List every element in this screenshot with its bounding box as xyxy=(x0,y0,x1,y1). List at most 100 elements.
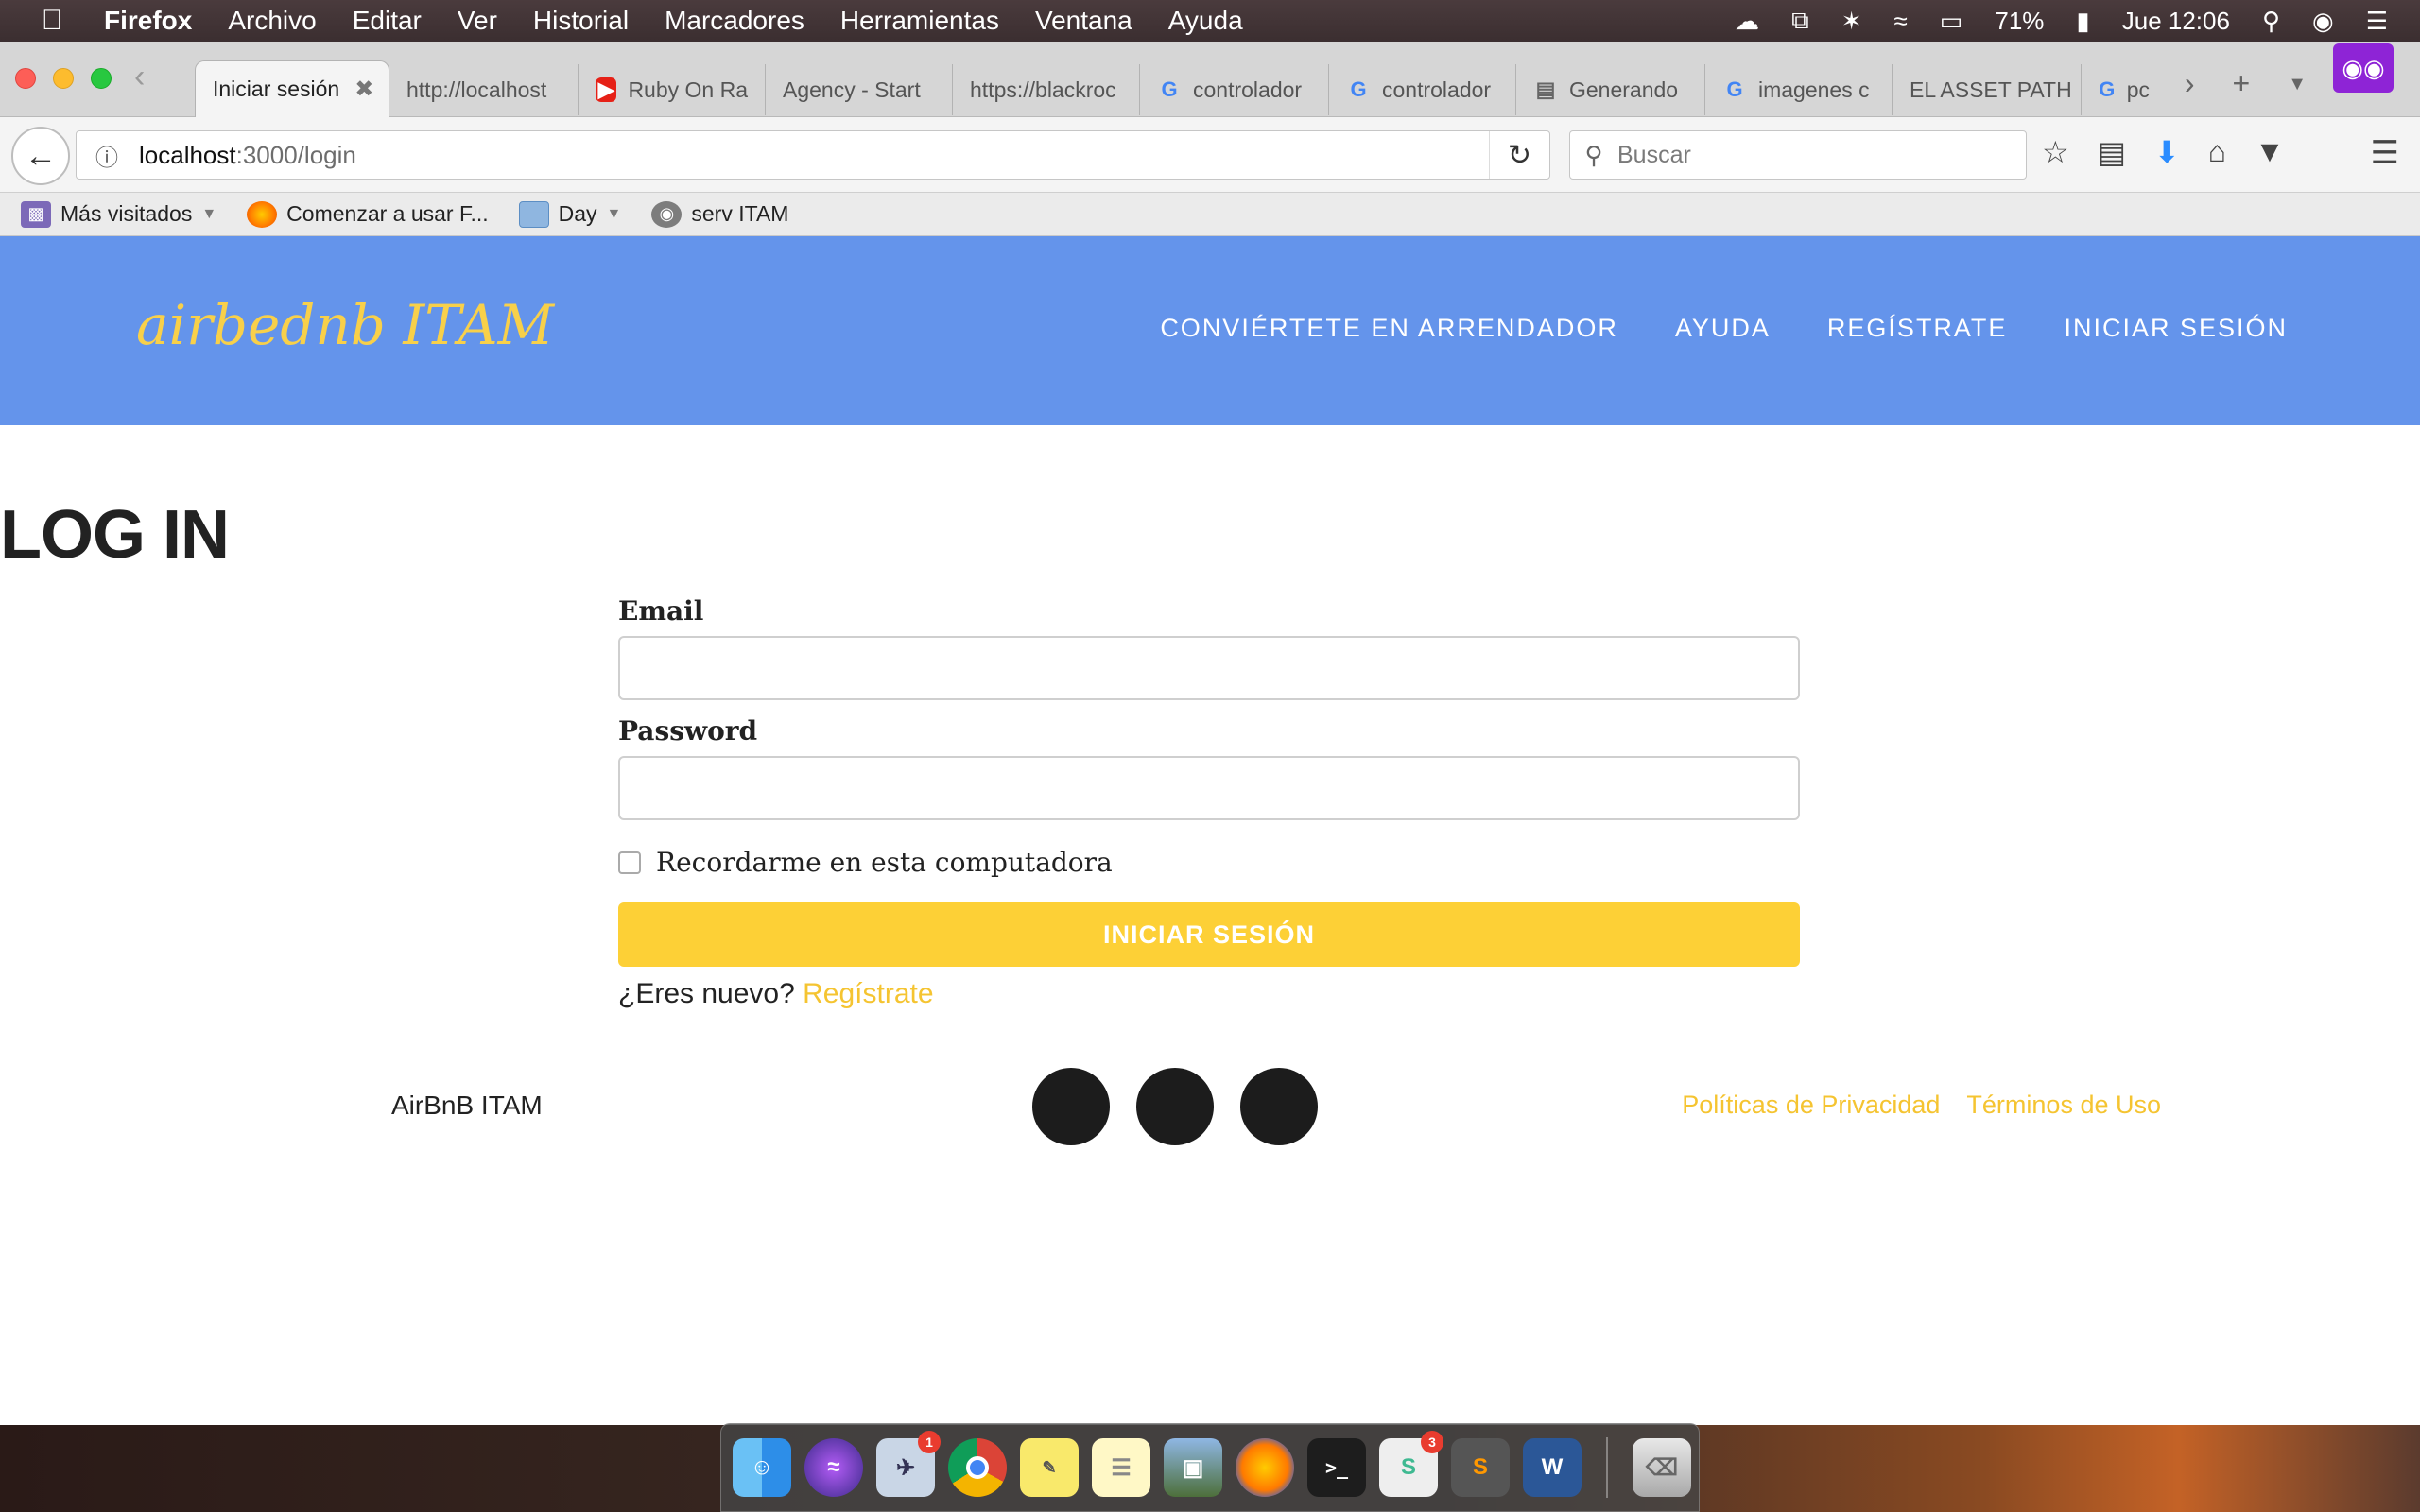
zoom-window-button[interactable] xyxy=(91,68,112,89)
tab-label: imagenes c xyxy=(1758,77,1870,102)
menu-historial[interactable]: Historial xyxy=(533,6,629,36)
remember-me-label[interactable]: Recordarme en esta computadora xyxy=(656,847,1113,878)
nav-register[interactable]: REGÍSTRATE xyxy=(1827,314,2008,343)
url-text[interactable]: localhost:3000/login xyxy=(139,141,356,170)
menu-ventana[interactable]: Ventana xyxy=(1035,6,1132,36)
tabs-scroll-right-icon[interactable]: › xyxy=(2185,66,2195,101)
menu-app-name[interactable]: Firefox xyxy=(104,6,192,36)
mail-icon[interactable]: ✈ 1 xyxy=(876,1431,941,1497)
site-logo[interactable]: airbednb ITAM xyxy=(136,293,554,357)
home-icon[interactable]: ⌂ xyxy=(2208,134,2226,170)
tab-iniciar-sesion[interactable]: Iniciar sesión ✖ xyxy=(195,60,389,117)
bookmarks-bar: ▩ Más visitados ▼ Comenzar a usar F... D… xyxy=(0,193,2420,236)
status-area: ☁ ⧉ ✶ ≈ ▭ 71% ▮ Jue 12:06 ⚲ ◉ ☰ xyxy=(1735,0,2420,42)
email-label: Email xyxy=(618,595,704,627)
tab-agency-start[interactable]: Agency - Start xyxy=(766,64,953,115)
close-window-button[interactable] xyxy=(15,68,36,89)
siri-icon[interactable]: ≈ xyxy=(804,1438,863,1497)
bookmark-comenzar-firefox[interactable]: Comenzar a usar F... xyxy=(247,200,489,228)
tab-pc[interactable]: G pc xyxy=(2082,64,2167,115)
privacy-policy-link[interactable]: Políticas de Privacidad xyxy=(1682,1091,1940,1120)
notification-center-icon[interactable]: ☰ xyxy=(2366,7,2388,36)
register-link[interactable]: Regístrate xyxy=(803,978,933,1009)
pocket-icon[interactable]: ▼ xyxy=(2255,134,2285,170)
tab-controlador-2[interactable]: G controlador xyxy=(1329,64,1516,115)
terms-of-use-link[interactable]: Términos de Uso xyxy=(1966,1091,2161,1120)
chrome-icon[interactable] xyxy=(948,1438,1007,1497)
back-arrow-icon[interactable]: ← xyxy=(11,127,70,185)
preview-icon[interactable]: ▣ xyxy=(1164,1438,1222,1497)
menu-marcadores[interactable]: Marcadores xyxy=(665,6,804,36)
private-browsing-mask-icon: ◉◉ xyxy=(2333,43,2394,93)
bookmark-star-icon[interactable]: ☆ xyxy=(2042,134,2069,170)
battery-text[interactable]: 71% xyxy=(1995,7,2044,36)
battery-icon[interactable]: ▮ xyxy=(2076,7,2089,36)
menu-archivo[interactable]: Archivo xyxy=(228,6,316,36)
dock-separator xyxy=(1606,1437,1608,1498)
downloads-icon[interactable]: ⬇ xyxy=(2154,134,2180,170)
folder-icon xyxy=(518,200,549,228)
password-field[interactable] xyxy=(618,756,1800,820)
clock[interactable]: Jue 12:06 xyxy=(2122,7,2230,36)
screen-share-icon[interactable]: ⧉ xyxy=(1791,6,1809,36)
search-input[interactable] xyxy=(1617,141,1996,169)
social-icon[interactable] xyxy=(1136,1068,1214,1145)
menu-icon[interactable]: ☰ xyxy=(2371,134,2399,172)
bookmark-folder-day[interactable]: Day ▼ xyxy=(518,200,621,228)
stickies-icon[interactable]: ✎ xyxy=(1020,1438,1079,1497)
bookmark-label: Day xyxy=(558,201,597,226)
finder-icon[interactable]: ☺ xyxy=(733,1438,791,1497)
tab-label: pc xyxy=(2126,77,2150,102)
terminal-icon[interactable]: >_ xyxy=(1307,1438,1366,1497)
menu-herramientas[interactable]: Herramientas xyxy=(840,6,999,36)
tab-label: controlador xyxy=(1193,77,1303,102)
tabs-scroll-left-icon[interactable]: ‹ xyxy=(134,59,145,95)
login-submit-button[interactable]: INICIAR SESIÓN xyxy=(618,902,1800,967)
word-icon[interactable]: W xyxy=(1523,1438,1582,1497)
nav-login[interactable]: INICIAR SESIÓN xyxy=(2064,314,2288,343)
tab-blackrock[interactable]: https://blackroc xyxy=(953,64,1140,115)
list-all-tabs-icon[interactable]: ▼ xyxy=(2288,74,2307,101)
wifi-icon[interactable]: ≈ xyxy=(1894,7,1908,36)
site-info-icon[interactable]: ⓘ xyxy=(86,139,128,172)
tab-label: Ruby On Ra xyxy=(628,77,748,102)
tab-localhost[interactable]: http://localhost xyxy=(389,64,579,115)
bluetooth-icon[interactable]: ✶ xyxy=(1841,7,1862,36)
nav-help[interactable]: AYUDA xyxy=(1675,314,1771,343)
tab-ruby-on-rails[interactable]: ▶ Ruby On Ra xyxy=(579,64,766,115)
bookmark-serv-itam[interactable]: ◉ serv ITAM xyxy=(651,200,788,228)
minimize-window-button[interactable] xyxy=(53,68,74,89)
creative-cloud-icon[interactable]: ☁ xyxy=(1735,7,1759,36)
menu-editar[interactable]: Editar xyxy=(353,6,422,36)
firefox-icon[interactable] xyxy=(1236,1438,1294,1497)
social-icon[interactable] xyxy=(1032,1068,1110,1145)
apple-icon[interactable]:  xyxy=(0,5,104,37)
social-icon[interactable] xyxy=(1240,1068,1318,1145)
slack-icon[interactable]: S 3 xyxy=(1379,1431,1443,1497)
page-title: LOG IN xyxy=(0,497,230,573)
nav-become-host[interactable]: CONVIÉRTETE EN ARRENDADOR xyxy=(1160,314,1618,343)
bookmark-mas-visitados[interactable]: ▩ Más visitados ▼ xyxy=(21,200,216,228)
email-field[interactable] xyxy=(618,636,1800,700)
siri-icon[interactable]: ◉ xyxy=(2312,7,2334,36)
notes-icon[interactable]: ☰ xyxy=(1092,1438,1150,1497)
tab-generando[interactable]: ▤ Generando xyxy=(1516,64,1705,115)
spotlight-search-icon[interactable]: ⚲ xyxy=(2262,7,2280,36)
tab-imagenes[interactable]: G imagenes c xyxy=(1705,64,1893,115)
search-icon: ⚲ xyxy=(1584,140,1603,169)
new-tab-icon[interactable]: + xyxy=(2233,66,2251,101)
search-bar[interactable]: ⚲ xyxy=(1569,130,2027,180)
tab-label: EL ASSET PATH xyxy=(1910,77,2072,102)
sublime-text-icon[interactable]: S xyxy=(1451,1438,1510,1497)
trash-icon[interactable]: ⌫ xyxy=(1633,1438,1691,1497)
reload-icon[interactable]: ↻ xyxy=(1489,131,1549,179)
tab-asset-path[interactable]: EL ASSET PATH xyxy=(1893,64,2082,115)
remember-me-checkbox[interactable] xyxy=(618,850,641,874)
tab-controlador-1[interactable]: G controlador xyxy=(1140,64,1329,115)
menu-ayuda[interactable]: Ayuda xyxy=(1168,6,1243,36)
airplay-icon[interactable]: ▭ xyxy=(1940,7,1963,36)
reading-list-icon[interactable]: ▤ xyxy=(2098,134,2126,170)
menu-ver[interactable]: Ver xyxy=(458,6,497,36)
close-tab-icon[interactable]: ✖ xyxy=(354,76,373,103)
url-bar[interactable]: ⓘ localhost:3000/login ↻ xyxy=(76,130,1550,180)
